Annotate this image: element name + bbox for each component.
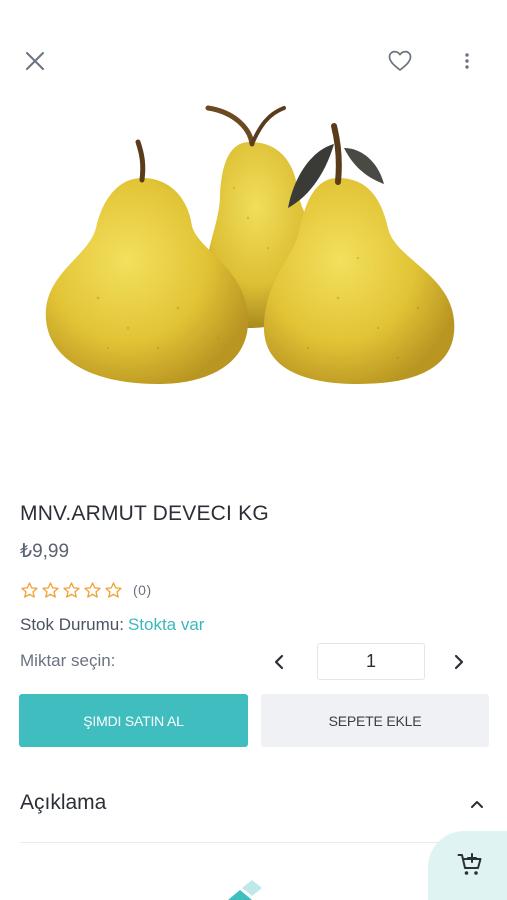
star-icon	[42, 582, 59, 598]
quantity-label: Miktar seçin:	[20, 651, 116, 670]
brand-mark-icon	[228, 880, 262, 900]
chevron-right-icon	[454, 654, 464, 670]
quantity-input[interactable]: 1	[317, 643, 425, 680]
product-title: MNV.ARMUT DEVECI KG	[20, 502, 269, 525]
rating-stars[interactable]	[20, 581, 123, 600]
more-vertical-icon	[465, 53, 469, 69]
close-icon	[26, 52, 44, 70]
star-icon	[105, 582, 122, 598]
chevron-up-icon	[471, 801, 483, 808]
stock-label: Stok Durumu:	[20, 615, 124, 634]
buy-now-button[interactable]: ŞIMDI SATIN AL	[19, 694, 248, 747]
stock-status: Stok Durumu: Stokta var	[20, 615, 204, 635]
cart-fab-button[interactable]	[428, 831, 507, 900]
section-divider	[20, 842, 487, 843]
star-icon	[84, 582, 101, 598]
cart-add-icon	[457, 853, 482, 875]
description-title: Açıklama	[20, 791, 107, 814]
product-price: ₺9,99	[20, 541, 70, 562]
heart-icon	[388, 50, 412, 71]
chevron-left-icon	[274, 654, 284, 670]
stock-value: Stokta var	[127, 615, 205, 634]
rating-count: (0)	[133, 582, 152, 598]
quantity-decrement-button[interactable]	[264, 648, 294, 676]
more-options-button[interactable]	[452, 44, 482, 78]
star-icon	[21, 582, 38, 598]
star-icon	[63, 582, 80, 598]
description-toggle-button[interactable]	[462, 790, 492, 818]
product-image	[45, 105, 455, 384]
close-button[interactable]	[18, 44, 52, 78]
favorite-button[interactable]	[383, 44, 417, 78]
quantity-increment-button[interactable]	[444, 648, 474, 676]
add-to-cart-button[interactable]: SEPETE EKLE	[261, 694, 489, 747]
